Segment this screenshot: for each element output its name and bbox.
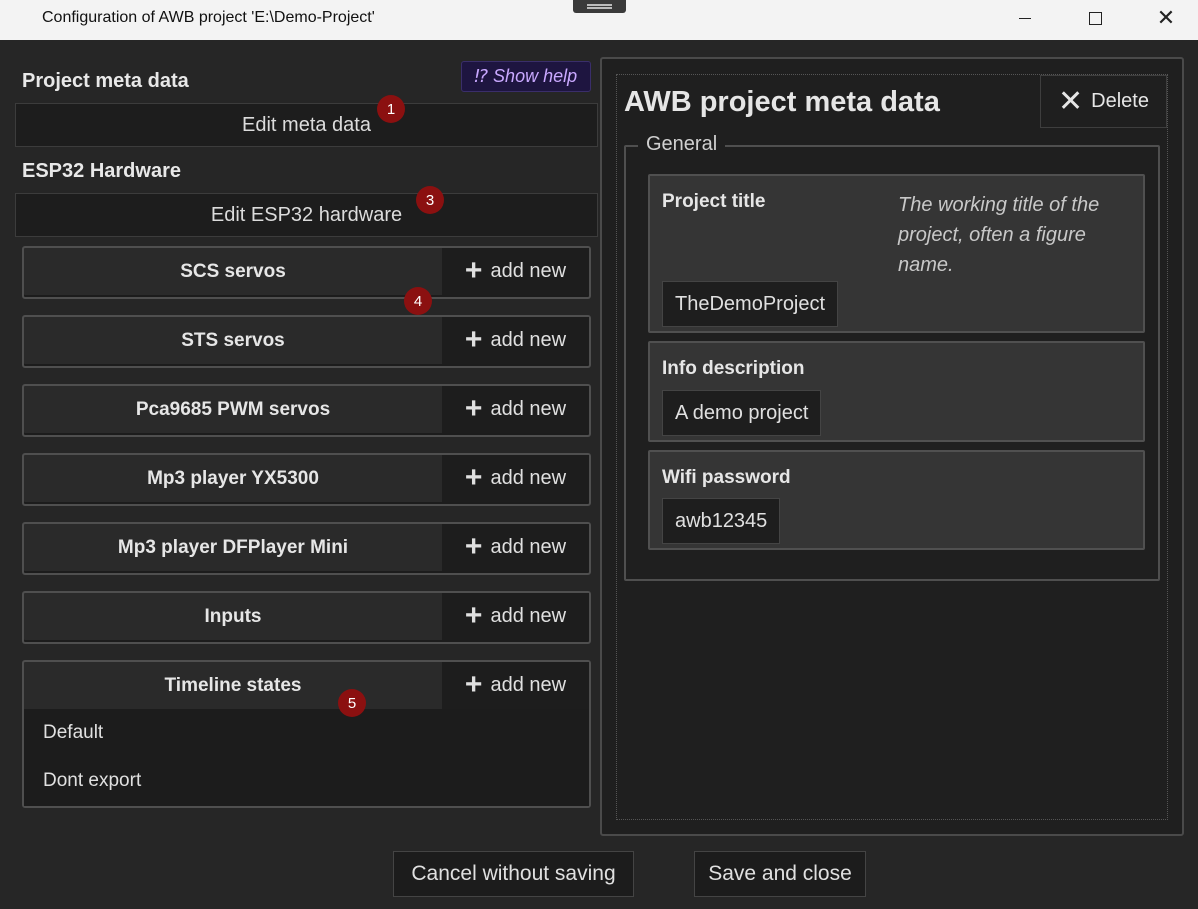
plus-icon: + bbox=[464, 667, 483, 701]
minimize-icon bbox=[1019, 17, 1031, 19]
window-titlebar: Configuration of AWB project 'E:\Demo-Pr… bbox=[0, 0, 1198, 40]
group-mp3-dfplayer: Mp3 player DFPlayer Mini + add new bbox=[22, 522, 591, 575]
maximize-icon bbox=[1088, 11, 1102, 25]
group-label[interactable]: Mp3 player YX5300 bbox=[24, 455, 442, 502]
plus-icon: + bbox=[464, 391, 483, 425]
cancel-button[interactable]: Cancel without saving bbox=[393, 851, 634, 897]
list-item[interactable]: Dont export bbox=[43, 770, 141, 792]
add-new-pca9685-servo-button[interactable]: + add new bbox=[442, 386, 589, 433]
group-label[interactable]: Pca9685 PWM servos bbox=[24, 386, 442, 433]
info-description-field[interactable]: A demo project bbox=[662, 390, 822, 436]
group-label[interactable]: Inputs bbox=[24, 593, 442, 640]
add-new-sts-servo-button[interactable]: + add new bbox=[442, 317, 589, 364]
close-icon: ✕ bbox=[1156, 5, 1176, 30]
plus-icon: + bbox=[464, 598, 483, 632]
annotation-badge: 1 bbox=[377, 95, 405, 123]
add-new-input-button[interactable]: + add new bbox=[442, 593, 589, 640]
annotation-badge: 3 bbox=[416, 186, 444, 214]
property-name: Wifi password bbox=[662, 467, 791, 488]
property-name: Info description bbox=[662, 358, 805, 379]
group-label[interactable]: Mp3 player DFPlayer Mini bbox=[24, 524, 442, 571]
add-new-mp3-dfplayer-button[interactable]: + add new bbox=[442, 524, 589, 571]
property-wifi-password: Wifi password awb12345 bbox=[648, 450, 1145, 550]
window-title: Configuration of AWB project 'E:\Demo-Pr… bbox=[42, 9, 375, 26]
add-new-mp3-yx5300-button[interactable]: + add new bbox=[442, 455, 589, 502]
close-icon: ✕ bbox=[1058, 84, 1084, 118]
annotation-badge: 5 bbox=[338, 689, 366, 717]
group-timeline-states: Timeline states + add new Default Dont ex… bbox=[22, 660, 591, 808]
annotation-badge: 4 bbox=[404, 287, 432, 315]
show-help-button[interactable]: ⁉ Show help bbox=[461, 61, 591, 92]
maximize-button[interactable] bbox=[1065, 0, 1125, 36]
group-mp3-yx5300: Mp3 player YX5300 + add new bbox=[22, 453, 591, 506]
meta-section-title: Project meta data bbox=[22, 70, 189, 92]
wifi-password-field[interactable]: awb12345 bbox=[662, 498, 781, 544]
group-pca9685-servos: Pca9685 PWM servos + add new bbox=[22, 384, 591, 437]
edit-esp32-hardware-button[interactable]: Edit ESP32 hardware bbox=[15, 193, 598, 237]
property-description: The working title of the project, often … bbox=[898, 194, 1100, 276]
group-label[interactable]: STS servos bbox=[24, 317, 442, 364]
close-window-button[interactable]: ✕ bbox=[1136, 0, 1196, 36]
plus-icon: + bbox=[464, 529, 483, 563]
timeline-states-list: Default Dont export bbox=[24, 709, 589, 806]
group-label[interactable]: SCS servos bbox=[24, 248, 442, 295]
property-project-title: Project title The working title of the p… bbox=[648, 174, 1145, 333]
list-item[interactable]: Default bbox=[43, 722, 103, 744]
edit-meta-data-button[interactable]: Edit meta data bbox=[15, 103, 598, 147]
plus-icon: + bbox=[464, 253, 483, 287]
snap-grip[interactable] bbox=[573, 0, 626, 13]
fieldset-legend: General bbox=[638, 133, 726, 156]
save-and-close-button[interactable]: Save and close bbox=[694, 851, 866, 897]
panel-title: AWB project meta data bbox=[624, 86, 940, 118]
plus-icon: + bbox=[464, 322, 483, 356]
property-name: Project title bbox=[662, 191, 766, 212]
plus-icon: + bbox=[464, 460, 483, 494]
group-label[interactable]: Timeline states bbox=[24, 662, 442, 709]
minimize-button[interactable] bbox=[995, 0, 1055, 36]
hardware-section-title: ESP32 Hardware bbox=[22, 160, 181, 182]
delete-button[interactable]: ✕ Delete bbox=[1040, 75, 1167, 128]
group-scs-servos: SCS servos + add new bbox=[22, 246, 591, 299]
project-title-field[interactable]: TheDemoProject bbox=[662, 281, 839, 327]
property-info-description: Info description A demo project bbox=[648, 341, 1145, 442]
add-new-timeline-state-button[interactable]: + add new bbox=[442, 662, 589, 709]
group-inputs: Inputs + add new bbox=[22, 591, 591, 644]
group-sts-servos: STS servos + add new bbox=[22, 315, 591, 368]
add-new-scs-servo-button[interactable]: + add new bbox=[442, 248, 589, 295]
